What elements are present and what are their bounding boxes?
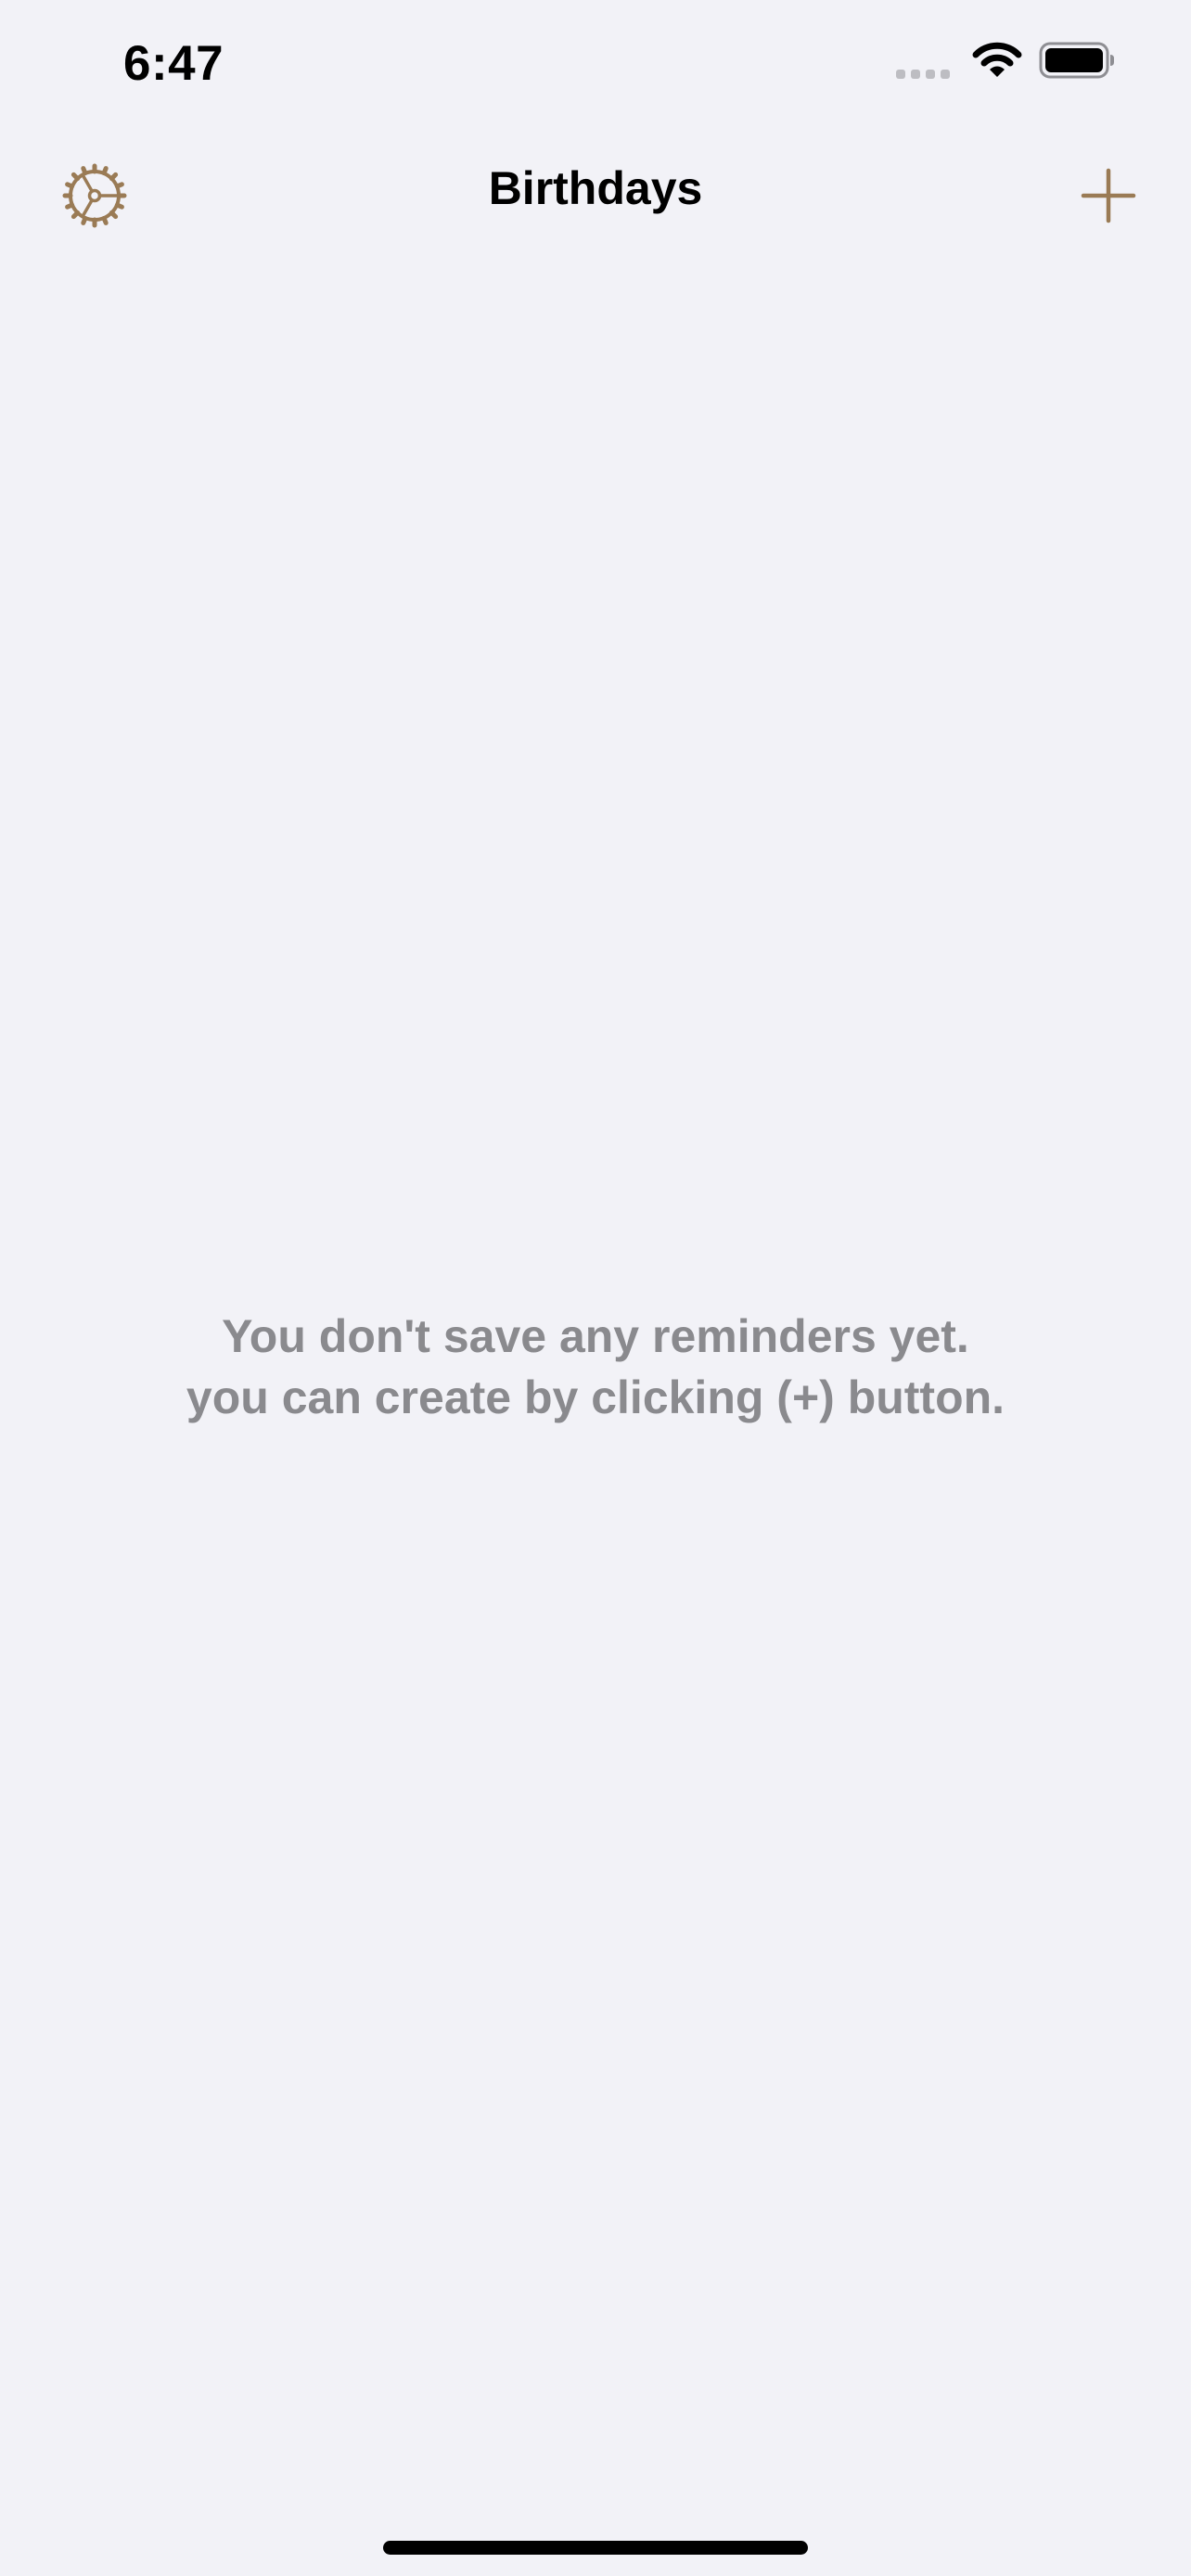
navigation-bar: Birthdays (0, 139, 1191, 247)
add-button[interactable] (1070, 158, 1146, 234)
status-bar: 6:47 (0, 0, 1191, 130)
battery-icon (1039, 42, 1114, 79)
status-time: 6:47 (123, 36, 224, 91)
empty-state-line-2: you can create by clicking (+) button. (186, 1371, 1005, 1423)
empty-state-line-1: You don't save any reminders yet. (222, 1310, 969, 1362)
empty-state-message: You don't save any reminders yet. you ca… (0, 1306, 1191, 1428)
status-icons (896, 42, 1115, 79)
cellular-signal-icon (896, 42, 950, 79)
plus-icon (1081, 168, 1136, 223)
wifi-icon (972, 42, 1022, 77)
page-title: Birthdays (488, 162, 703, 214)
home-indicator[interactable] (383, 2541, 808, 2555)
